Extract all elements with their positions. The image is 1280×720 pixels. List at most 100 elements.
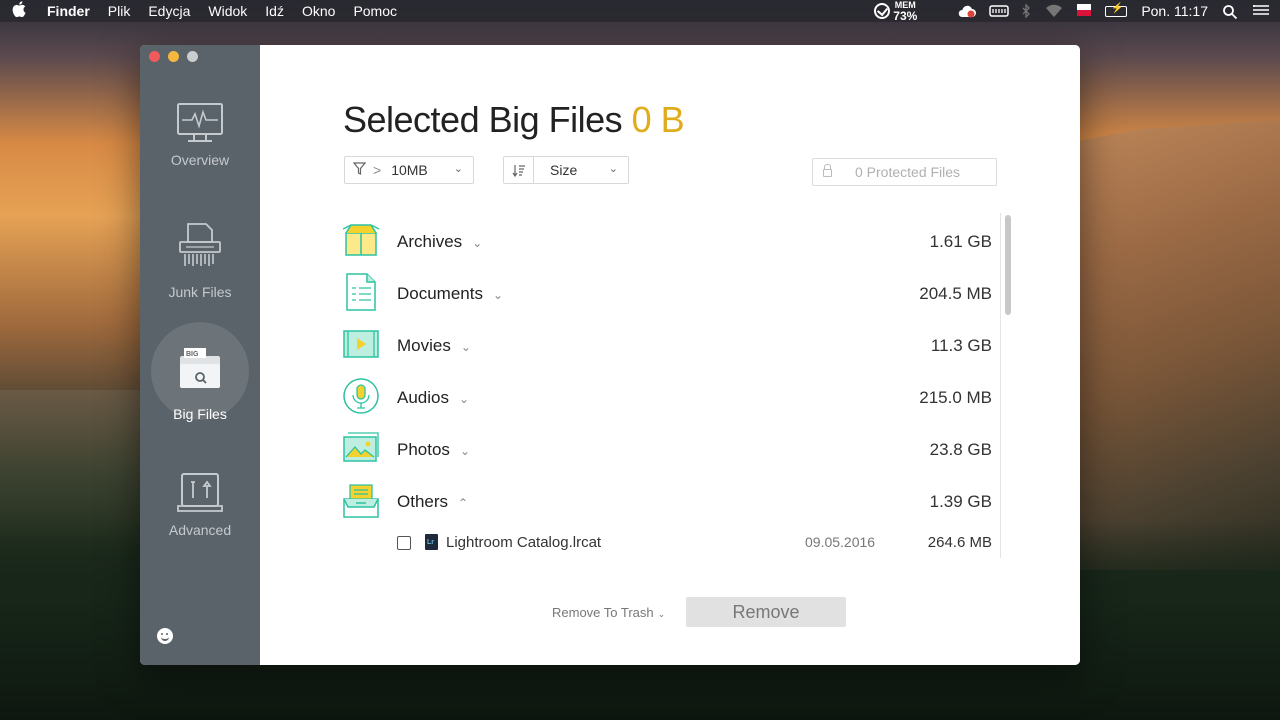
- movie-icon: [342, 325, 380, 363]
- menubar-clock[interactable]: Pon. 11:17: [1141, 3, 1208, 19]
- category-documents[interactable]: Documents ⌄ 204.5 MB: [342, 273, 992, 313]
- chevron-down-icon: ⌄: [453, 163, 463, 175]
- remove-mode-label: Remove To Trash: [552, 605, 654, 620]
- photo-icon: [342, 429, 380, 467]
- lock-icon: [813, 164, 841, 180]
- category-audios[interactable]: Audios ⌄ 215.0 MB: [342, 377, 992, 417]
- archive-box-icon: [342, 221, 380, 259]
- lightroom-file-icon: [425, 534, 438, 550]
- chevron-down-icon[interactable]: ⌄: [460, 444, 470, 458]
- sort-dropdown[interactable]: Size ⌄: [503, 156, 629, 184]
- chevron-down-icon: ⌄: [608, 163, 618, 175]
- sidebar-label-junk-files: Junk Files: [168, 284, 232, 300]
- sort-icon: [504, 157, 534, 183]
- chevron-down-icon[interactable]: ⌄: [472, 236, 482, 250]
- sidebar-item-advanced[interactable]: Advanced: [140, 472, 260, 538]
- category-name: Others: [397, 492, 449, 511]
- category-name: Archives: [397, 232, 463, 251]
- memory-clean-icon: [874, 3, 891, 19]
- document-icon: [342, 273, 380, 311]
- protected-files-button[interactable]: 0 Protected Files: [812, 158, 997, 186]
- remove-mode-dropdown[interactable]: Remove To Trash ⌄: [552, 605, 665, 620]
- shredder-icon: [176, 222, 224, 270]
- chevron-down-icon[interactable]: ⌄: [459, 392, 469, 406]
- remove-button[interactable]: Remove: [686, 597, 846, 627]
- category-others[interactable]: Others ⌃ 1.39 GB: [342, 481, 992, 521]
- file-date: 09.05.2016: [805, 534, 876, 550]
- category-size: 204.5 MB: [919, 284, 992, 303]
- wifi-icon[interactable]: [1045, 4, 1063, 18]
- filter-value: 10MB: [391, 162, 428, 178]
- sidebar-label-overview: Overview: [170, 152, 230, 168]
- category-name: Documents: [397, 284, 483, 303]
- page-title: Selected Big Files 0 B: [343, 99, 685, 141]
- category-archives[interactable]: Archives ⌄ 1.61 GB: [342, 221, 992, 261]
- bluetooth-icon[interactable]: [1021, 3, 1031, 19]
- flag-pl-icon[interactable]: [1077, 4, 1092, 18]
- category-size: 215.0 MB: [919, 388, 992, 407]
- sidebar-item-junk-files[interactable]: Junk Files: [140, 222, 260, 300]
- category-photos[interactable]: Photos ⌄ 23.8 GB: [342, 429, 992, 469]
- menu-idz[interactable]: Idź: [256, 3, 293, 19]
- scrollbar-thumb[interactable]: [1005, 215, 1011, 315]
- category-size: 23.8 GB: [929, 440, 992, 459]
- cloud-sync-icon[interactable]: [957, 4, 977, 18]
- menu-pomoc[interactable]: Pomoc: [344, 3, 406, 19]
- chevron-down-icon[interactable]: ⌄: [461, 340, 471, 354]
- close-button[interactable]: [149, 51, 160, 62]
- svg-text:BIG: BIG: [186, 351, 199, 358]
- smiley-icon[interactable]: [157, 628, 173, 644]
- category-movies[interactable]: Movies ⌄ 11.3 GB: [342, 325, 992, 365]
- sort-value: Size: [550, 162, 578, 178]
- protected-files-label: 0 Protected Files: [855, 164, 961, 180]
- page-title-text: Selected Big Files: [343, 99, 623, 140]
- memory-status[interactable]: MEM 73%: [874, 0, 918, 23]
- window-controls: [149, 51, 198, 62]
- search-icon[interactable]: [1222, 4, 1238, 20]
- toolbox-icon: [176, 472, 224, 514]
- selected-amount: 0 B: [631, 99, 685, 140]
- monitor-icon: [176, 102, 224, 144]
- category-size: 11.3 GB: [930, 336, 992, 355]
- microphone-icon: [342, 377, 380, 415]
- sidebar-label-advanced: Advanced: [168, 522, 232, 538]
- list-scrollbar[interactable]: [1000, 213, 1014, 558]
- apple-menu-icon[interactable]: [0, 1, 38, 21]
- menu-okno[interactable]: Okno: [293, 3, 344, 19]
- battery-icon[interactable]: [1105, 3, 1128, 17]
- category-name: Photos: [397, 440, 450, 459]
- mem-percent: 73%: [893, 8, 918, 23]
- zoom-button[interactable]: [187, 51, 198, 62]
- category-size: 1.39 GB: [929, 492, 992, 511]
- file-name: Lightroom Catalog.lrcat: [446, 534, 602, 551]
- filter-operator: >: [373, 162, 382, 178]
- menu-widok[interactable]: Widok: [199, 3, 256, 19]
- menu-plik[interactable]: Plik: [99, 3, 140, 19]
- size-filter-dropdown[interactable]: > 10MB ⌄: [344, 156, 474, 184]
- chevron-up-icon[interactable]: ⌃: [458, 496, 468, 510]
- sidebar-item-overview[interactable]: Overview: [140, 102, 260, 168]
- file-size: 264.6 MB: [927, 534, 992, 551]
- sidebar-label-big-files: Big Files: [173, 406, 227, 422]
- category-list: Archives ⌄ 1.61 GB Documents ⌄ 204.5 MB Mo…: [342, 213, 1002, 558]
- chevron-down-icon[interactable]: ⌄: [493, 288, 503, 302]
- category-name: Movies: [397, 336, 451, 355]
- category-size: 1.61 GB: [929, 232, 992, 251]
- big-files-icon: BIG: [176, 344, 224, 392]
- main-panel: Selected Big Files 0 B > 10MB ⌄ Size ⌄ 0…: [260, 45, 1080, 665]
- keyboard-icon[interactable]: [989, 4, 1010, 18]
- file-row: Lightroom Catalog.lrcat 09.05.2016 264.6…: [397, 532, 992, 552]
- sidebar-item-big-files[interactable]: BIG Big Files: [140, 322, 260, 422]
- filter-icon: [345, 162, 373, 178]
- list-icon[interactable]: [1252, 4, 1270, 18]
- wallpaper-cliff: [1050, 120, 1280, 570]
- sidebar: Overview Junk Files BIG Big Files Advanc…: [140, 45, 260, 665]
- menu-edycja[interactable]: Edycja: [139, 3, 199, 19]
- app-window: Overview Junk Files BIG Big Files Advanc…: [140, 45, 1080, 665]
- category-name: Audios: [397, 388, 449, 407]
- menu-finder[interactable]: Finder: [38, 3, 99, 19]
- minimize-button[interactable]: [168, 51, 179, 62]
- file-checkbox[interactable]: [397, 536, 411, 550]
- tray-icon: [342, 481, 380, 519]
- menu-bar: Finder Plik Edycja Widok Idź Okno Pomoc …: [0, 0, 1280, 22]
